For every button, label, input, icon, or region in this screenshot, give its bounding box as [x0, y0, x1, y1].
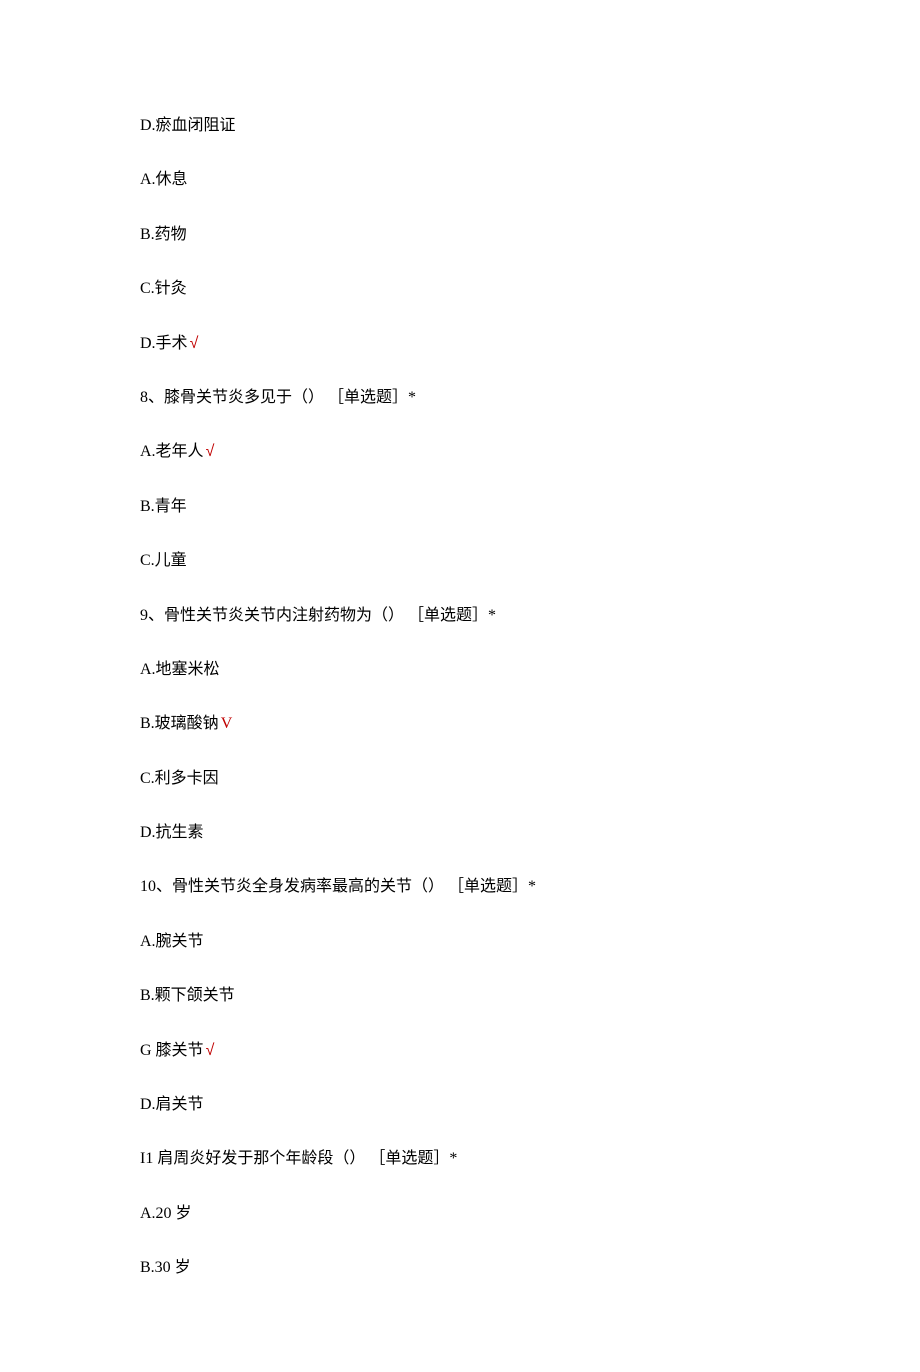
- text-line: B.药物: [140, 224, 780, 246]
- text-line: A.地塞米松: [140, 659, 780, 681]
- line-text: D.肩关节: [140, 1096, 204, 1113]
- text-line: B.30 岁: [140, 1257, 780, 1279]
- text-line: A.老年人√: [140, 441, 780, 463]
- line-text: A.地塞米松: [140, 661, 220, 678]
- check-icon: √: [206, 1042, 215, 1059]
- question-line: I1 肩周炎好发于那个年龄段（） ［单选题］*: [140, 1148, 780, 1170]
- line-text: B.药物: [140, 226, 187, 243]
- line-text: A.20 岁: [140, 1205, 192, 1222]
- text-line: D.手术√: [140, 333, 780, 355]
- line-text: D.抗生素: [140, 824, 204, 841]
- question-line: 10、骨性关节炎全身发病率最高的关节（） ［单选题］*: [140, 876, 780, 898]
- v-mark-icon: V: [221, 715, 233, 732]
- check-icon: √: [190, 335, 199, 352]
- line-text: A.休息: [140, 171, 188, 188]
- line-text: B.30 岁: [140, 1259, 191, 1276]
- question-line: 8、膝骨关节炎多见于（） ［单选题］*: [140, 387, 780, 409]
- line-text: B.玻璃酸钠: [140, 715, 219, 732]
- text-line: A.20 岁: [140, 1203, 780, 1225]
- line-text: C.利多卡因: [140, 770, 219, 787]
- line-text: C.针灸: [140, 280, 187, 297]
- text-line: B.颗下颌关节: [140, 985, 780, 1007]
- text-line: D.抗生素: [140, 822, 780, 844]
- line-text: I1 肩周炎好发于那个年龄段（） ［单选题］*: [140, 1150, 457, 1167]
- document-page: D.瘀血闭阻证 A.休息 B.药物 C.针灸 D.手术√ 8、膝骨关节炎多见于（…: [0, 0, 920, 1372]
- line-text: G 膝关节: [140, 1042, 204, 1059]
- text-line: B.玻璃酸钠V: [140, 713, 780, 735]
- line-text: C.儿童: [140, 552, 187, 569]
- question-line: 9、骨性关节炎关节内注射药物为（） ［单选题］*: [140, 605, 780, 627]
- line-text: 8、膝骨关节炎多见于（） ［单选题］*: [140, 389, 416, 406]
- line-text: 9、骨性关节炎关节内注射药物为（） ［单选题］*: [140, 607, 496, 624]
- text-line: B.青年: [140, 496, 780, 518]
- line-text: D.手术: [140, 335, 188, 352]
- text-line: C.针灸: [140, 278, 780, 300]
- text-line: D.瘀血闭阻证: [140, 115, 780, 137]
- text-line: C.利多卡因: [140, 768, 780, 790]
- line-text: B.青年: [140, 498, 187, 515]
- line-text: 10、骨性关节炎全身发病率最高的关节（） ［单选题］*: [140, 878, 536, 895]
- text-line: C.儿童: [140, 550, 780, 572]
- line-text: B.颗下颌关节: [140, 987, 235, 1004]
- line-text: D.瘀血闭阻证: [140, 117, 236, 134]
- line-text: A.老年人: [140, 443, 204, 460]
- line-text: A.腕关节: [140, 933, 204, 950]
- text-line: A.休息: [140, 169, 780, 191]
- text-line: G 膝关节√: [140, 1040, 780, 1062]
- check-icon: √: [206, 443, 215, 460]
- text-line: D.肩关节: [140, 1094, 780, 1116]
- text-line: A.腕关节: [140, 931, 780, 953]
